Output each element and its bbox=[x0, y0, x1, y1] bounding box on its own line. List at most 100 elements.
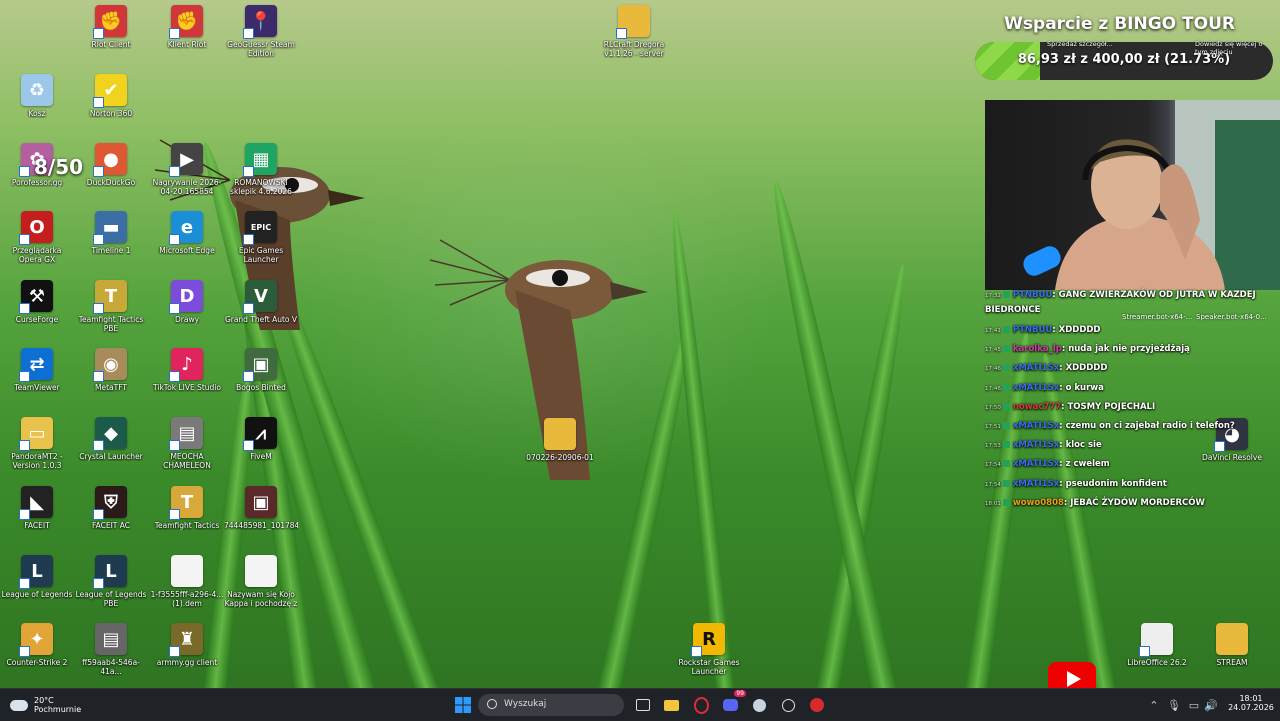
chat-username: xMATI1Sx bbox=[1012, 478, 1060, 489]
image-file-icon: ▣ bbox=[245, 486, 277, 518]
desktop-icon-timeline[interactable]: ▬ Timeline 1 bbox=[74, 211, 148, 279]
desktop-icon-image-744485981[interactable]: ▣744485981_101784... bbox=[224, 486, 298, 554]
chat-username: xMATI1Sx bbox=[1012, 440, 1060, 451]
riot-client-icon: ✊ bbox=[169, 5, 203, 39]
armmy-icon: ♜ bbox=[169, 623, 203, 657]
desktop-icon-text-file[interactable]: Nazywam się Kojo Kappa i pochodzę z bbox=[224, 555, 298, 623]
opera-gx-button[interactable] bbox=[692, 696, 710, 714]
desktop-icon-rockstar-launcher[interactable]: R Rockstar Games Launcher bbox=[672, 623, 746, 688]
chat-text: XDDDDD bbox=[1058, 325, 1101, 335]
desktop-icon-recording[interactable]: ▶ Nagrywanie 2026-04-20 165854 bbox=[150, 143, 224, 211]
moderator-badge-icon bbox=[1002, 441, 1010, 449]
desktop-icon-image-ff59[interactable]: ▤ ff59aab4-546a-41a... bbox=[74, 623, 148, 688]
porofessor-count: 8/50 bbox=[34, 155, 84, 179]
task-view-button[interactable] bbox=[634, 696, 652, 714]
youtube-button[interactable] bbox=[1048, 662, 1096, 688]
desktop-icon-recycle-bin[interactable]: ♻ Kosz bbox=[0, 74, 74, 142]
weather-desc: Pochmurnie bbox=[34, 705, 82, 714]
counter-strike-icon: ✦ bbox=[19, 623, 53, 657]
windows-logo-icon bbox=[455, 697, 471, 713]
chatgpt-button[interactable] bbox=[779, 696, 797, 714]
weather-widget[interactable]: 20°C Pochmurnie bbox=[10, 693, 81, 717]
desktop-icon-romanowski-sheet[interactable]: ▦ ROMANOWSKI sklepik 4.6.2026 bbox=[224, 143, 298, 211]
steam-button[interactable] bbox=[750, 696, 768, 714]
steam-icon bbox=[752, 698, 766, 712]
desktop-icon-klient-riot[interactable]: ✊ Klient Riot bbox=[150, 5, 224, 73]
cc-button[interactable] bbox=[808, 696, 826, 714]
desktop-icon-rlcraft-folder[interactable]: RLCraft Dregora v1.1.26 - server pack bbox=[597, 5, 671, 73]
chat-username: wowo0808 bbox=[1012, 497, 1064, 508]
chat-time: 17:32 bbox=[985, 293, 1001, 299]
desktop-icon-pandoramt2[interactable]: ▭ PandoraMT2 - Version 1.0.3 bbox=[0, 417, 74, 485]
desktop-icon-libreoffice[interactable]: LibreOffice 26.2 bbox=[1120, 623, 1194, 688]
desktop-icon-tft-pbe[interactable]: T Teamfight Tactics PBE bbox=[74, 280, 148, 348]
desktop-icon-metatft[interactable]: ◉ MetaTFT bbox=[74, 348, 148, 416]
microphone-tray-button[interactable]: 🎙 bbox=[1167, 696, 1181, 714]
moderator-badge-icon bbox=[1002, 460, 1010, 468]
chat-time: 17:50 bbox=[985, 404, 1001, 411]
desktop-icon-riot-client[interactable]: ✊ Riot Client bbox=[74, 5, 148, 73]
edge-icon: e bbox=[169, 211, 203, 245]
image-file-icon: ▣ bbox=[243, 348, 277, 382]
epic-games-icon: EPIC bbox=[243, 211, 277, 245]
discord-badge: 99 bbox=[734, 690, 746, 697]
desktop-icon-crystal-launcher[interactable]: ◆ Crystal Launcher bbox=[74, 417, 148, 485]
porofessor-counter: 8/50 bbox=[8, 155, 83, 179]
network-tray-button[interactable]: ▭ bbox=[1188, 696, 1200, 714]
clock[interactable]: 18:01 24.07.2026 bbox=[1225, 694, 1277, 712]
chat-message: 17:46 xMATI1Sx: o kurwa bbox=[985, 379, 1280, 398]
network-icon: ▭ bbox=[1188, 698, 1200, 712]
start-button[interactable] bbox=[454, 696, 472, 714]
chat-username: xMATI1Sx bbox=[1012, 363, 1060, 374]
league-of-legends-icon: L bbox=[19, 555, 53, 589]
desktop-icon-faceit-ac[interactable]: ⛨ FACEIT AC bbox=[74, 486, 148, 554]
desktop-icon-meocha-chameleon[interactable]: ▤ MEOCHA CHAMELEON bbox=[150, 417, 224, 485]
moderator-badge-icon bbox=[1002, 498, 1010, 506]
desktop-icon-gta-v[interactable]: V Grand Theft Auto V bbox=[224, 280, 298, 348]
desktop-icon-teamviewer[interactable]: ⇄ TeamViewer bbox=[0, 348, 74, 416]
cc-icon bbox=[810, 698, 824, 712]
openai-icon bbox=[781, 698, 795, 712]
norton-icon: ✔ bbox=[93, 74, 127, 108]
image-file-icon: ▤ bbox=[169, 417, 203, 451]
peacock-beak bbox=[328, 190, 365, 206]
chat-time: 17:53 bbox=[985, 443, 1001, 450]
desktop-icon-norton[interactable]: ✔ Norton 360 bbox=[74, 74, 148, 142]
desktop-icon-armmy-client[interactable]: ♜ armmy.gg client bbox=[150, 623, 224, 688]
desktop-icon-opera-gx[interactable]: O Przeglądarka Opera GX bbox=[0, 211, 74, 279]
desktop-icon-league-of-legends[interactable]: L League of Legends bbox=[0, 555, 74, 623]
desktop-icon-bogos-binted[interactable]: ▣ Bogos Binted bbox=[224, 348, 298, 416]
desktop-icon-tiktok-live[interactable]: ♪ TikTok LIVE Studio bbox=[150, 348, 224, 416]
desktop-icon-drawy[interactable]: D Drawy bbox=[150, 280, 224, 348]
desktop-icon-epic-games[interactable]: EPIC Epic Games Launcher bbox=[224, 211, 298, 279]
weather-temp: 20°C bbox=[34, 696, 54, 705]
desktop-icon-stream-folder[interactable]: STREAM bbox=[1195, 623, 1269, 688]
duckduckgo-icon: ● bbox=[93, 143, 127, 177]
desktop-icon-duckduckgo[interactable]: ● DuckDuckGo bbox=[74, 143, 148, 211]
desktop-icon-edge[interactable]: e Microsoft Edge bbox=[150, 211, 224, 279]
file-explorer-button[interactable] bbox=[662, 696, 680, 714]
desktop-icon-fivem[interactable]: ⩘ FiveM bbox=[224, 417, 298, 485]
image-file-icon: ▤ bbox=[95, 623, 127, 655]
tiktok-icon: ♪ bbox=[169, 348, 203, 382]
tray-overflow-button[interactable]: ⌃ bbox=[1148, 696, 1160, 714]
desktop-icon-counter-strike-2[interactable]: ✦ Counter-Strike 2 bbox=[0, 623, 74, 688]
timeline-icon: ▬ bbox=[93, 211, 127, 245]
volume-tray-button[interactable]: 🔊 bbox=[1204, 696, 1218, 714]
desktop-icon-tft[interactable]: T Teamfight Tactics bbox=[150, 486, 224, 554]
libreoffice-icon bbox=[1139, 623, 1173, 657]
desktop-icon-dem-file[interactable]: 1-f3555fff-a296-4... (1).dem bbox=[150, 555, 224, 623]
desktop-icon-faceit[interactable]: ◣ FACEIT bbox=[0, 486, 74, 554]
desktop-icon-curseforge[interactable]: ⚒ CurseForge bbox=[0, 280, 74, 348]
chat-time: 18:01 bbox=[985, 500, 1001, 507]
desktop-icon-folder-070226[interactable]: 070226-20906-01 bbox=[523, 418, 597, 486]
faceit-ac-icon: ⛨ bbox=[93, 486, 127, 520]
moderator-badge-icon bbox=[1002, 422, 1010, 430]
desktop-icon-geoguessr[interactable]: 📍 GeoGuessr Steam Edition bbox=[224, 5, 298, 73]
stream-chat-overlay: 17:32 PTNBUU: GANG ZWIERZAKÓW OD JUTRA W … bbox=[985, 288, 1280, 513]
desktop-icon-league-of-legends-pbe[interactable]: L League of Legends PBE bbox=[74, 555, 148, 623]
drawy-icon: D bbox=[169, 280, 203, 314]
chat-message: 17:41 PTNBUU: XDDDDD bbox=[985, 321, 1280, 340]
taskbar-search[interactable]: Wyszukaj bbox=[478, 694, 624, 716]
discord-button[interactable]: 99 bbox=[720, 690, 746, 714]
